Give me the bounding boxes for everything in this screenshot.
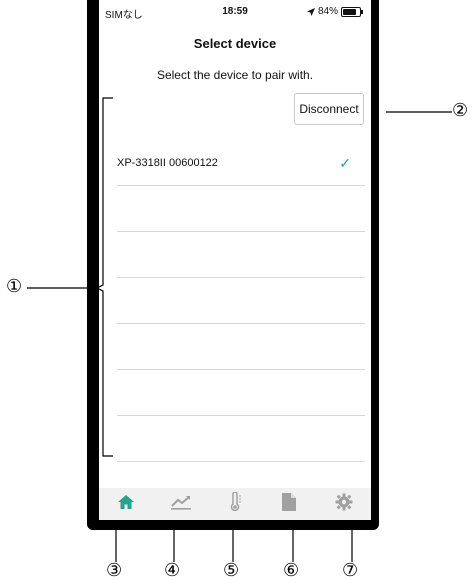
- callout-6: ⑥: [283, 560, 300, 580]
- annotation-lines: [27, 97, 452, 562]
- callout-1: ①: [6, 276, 23, 296]
- callout-7: ⑦: [342, 560, 359, 580]
- callout-3: ③: [106, 560, 123, 580]
- callout-2: ②: [452, 100, 469, 120]
- callout-5: ⑤: [223, 560, 240, 580]
- callout-4: ④: [164, 560, 181, 580]
